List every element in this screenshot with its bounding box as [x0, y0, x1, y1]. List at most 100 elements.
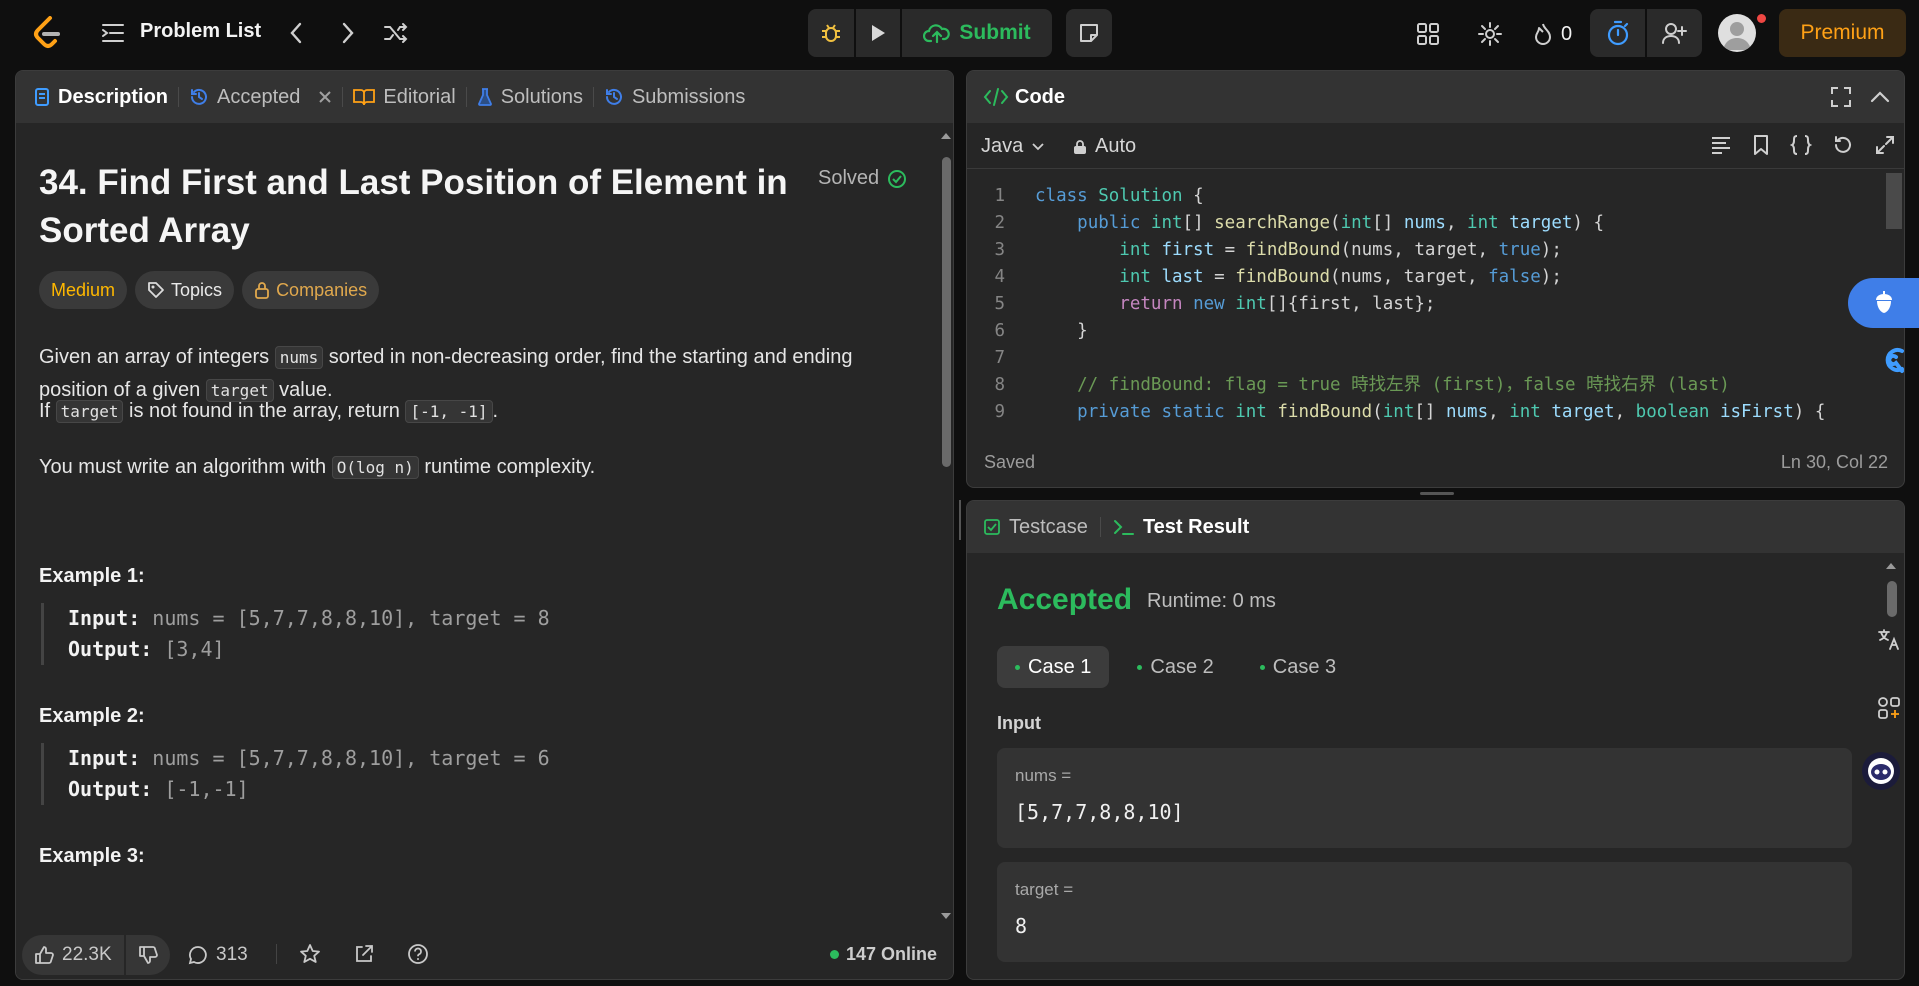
example-title: Example 1: — [39, 565, 145, 587]
comment-icon — [188, 946, 207, 965]
code-tab[interactable]: Code — [983, 86, 1065, 109]
add-friend-button[interactable] — [1645, 9, 1700, 57]
code-scroll-thumb[interactable] — [1886, 173, 1902, 229]
timer-button[interactable] — [1590, 9, 1645, 57]
debug-button[interactable] — [808, 9, 854, 57]
language-select[interactable]: Java — [981, 135, 1045, 158]
code-toolbar: Java Auto — [967, 123, 1904, 169]
external-link-icon — [356, 945, 373, 962]
layout-grid-button[interactable] — [1414, 20, 1442, 48]
case-tab-2[interactable]: Case 2 — [1119, 646, 1231, 688]
notes-button[interactable] — [1066, 9, 1112, 57]
panel-resize-handle[interactable] — [1420, 492, 1454, 495]
maximize-icon[interactable] — [1830, 86, 1852, 108]
code-tab-label: Code — [1015, 85, 1065, 108]
run-button[interactable] — [854, 9, 902, 57]
tab-solutions[interactable]: Solutions — [467, 71, 593, 123]
line-number: 8 — [994, 375, 1005, 395]
code-text: class Solution { — [1035, 186, 1204, 206]
code-line: 6 } — [967, 318, 1887, 345]
help-button[interactable] — [407, 943, 429, 965]
help-circle-icon — [408, 944, 428, 964]
format-lines-icon[interactable] — [1710, 135, 1732, 155]
auto-mode-toggle[interactable]: Auto — [1073, 135, 1136, 158]
problem-list-link[interactable]: Problem List — [140, 20, 261, 43]
close-icon[interactable] — [318, 90, 332, 104]
pass-dot — [1259, 664, 1265, 670]
scroll-thumb[interactable] — [942, 157, 951, 467]
test-result-panel: Testcase Test Result Accepted Runtime: 0… — [966, 500, 1905, 980]
dislike-button[interactable] — [126, 945, 170, 965]
tab-description[interactable]: Description — [24, 71, 178, 123]
bot-float-button[interactable] — [1862, 752, 1900, 790]
scroll-up-arrow-icon[interactable] — [939, 131, 953, 141]
output-label: Output: — [68, 637, 153, 661]
solved-label: Solved — [818, 167, 880, 189]
collapse-chevron-icon[interactable] — [1870, 90, 1890, 104]
code-line: 7 — [967, 345, 1887, 372]
expand-icon[interactable] — [1874, 134, 1896, 156]
pass-dot — [1137, 664, 1143, 670]
user-avatar[interactable] — [1718, 14, 1756, 52]
input-label: Input: — [68, 746, 141, 770]
code-text: public int[] searchRange(int[] nums, int… — [1077, 213, 1605, 233]
share-button[interactable] — [353, 943, 375, 965]
comments-button[interactable]: 313 — [188, 944, 248, 966]
code-text: int last = findBound(nums, target, false… — [1119, 267, 1562, 287]
problem-title: 34. Find First and Last Position of Elem… — [39, 159, 819, 255]
text: Given an array of integers — [39, 346, 275, 368]
companies-button[interactable]: Companies — [242, 271, 380, 309]
apps-float-button[interactable] — [1870, 689, 1908, 727]
text: . — [492, 400, 499, 422]
input-variable-name: target = — [1015, 880, 1074, 899]
translate-icon — [1878, 629, 1899, 650]
code-line: 2 public int[] searchRange(int[] nums, i… — [967, 210, 1887, 237]
settings-button[interactable] — [1475, 19, 1505, 49]
test-panel-header: Testcase Test Result — [967, 501, 1904, 553]
tab-divider — [1099, 517, 1101, 537]
code-editor[interactable]: 1 class Solution { 2 public int[] searchR… — [967, 183, 1887, 438]
code-line: 8 // findBound: flag = true 時找左界 (first)… — [967, 372, 1887, 399]
example-output: [3,4] — [152, 637, 225, 661]
leetcode-logo[interactable] — [30, 16, 64, 50]
submit-button[interactable]: Submit — [902, 9, 1052, 57]
case-tab-1[interactable]: Case 1 — [997, 646, 1110, 688]
next-problem-button[interactable] — [334, 19, 362, 47]
tab-submissions[interactable]: Submissions — [594, 71, 755, 123]
description-content[interactable]: 34. Find First and Last Position of Elem… — [16, 123, 941, 923]
tab-test-result[interactable]: Test Result — [1113, 516, 1249, 539]
thumbs-down-icon — [138, 946, 158, 964]
vertical-resize-handle[interactable] — [958, 500, 962, 540]
description-tab-bar: Description Accepted Editorial Solutions… — [16, 71, 953, 123]
topics-button[interactable]: Topics — [135, 271, 235, 309]
streak-counter[interactable]: 0 — [1533, 18, 1572, 50]
prev-problem-button[interactable] — [282, 19, 310, 47]
tab-editorial[interactable]: Editorial — [343, 71, 465, 123]
case-tab-3[interactable]: Case 3 — [1242, 646, 1354, 688]
favorite-button[interactable] — [299, 943, 321, 965]
random-problem-button[interactable] — [381, 19, 411, 47]
assistant-float-button[interactable] — [1848, 278, 1919, 328]
note-icon — [1080, 24, 1098, 42]
description-panel: Description Accepted Editorial Solutions… — [15, 70, 954, 980]
tab-accepted[interactable]: Accepted — [179, 71, 342, 123]
scroll-thumb[interactable] — [1887, 581, 1897, 617]
curly-braces-icon[interactable] — [1790, 134, 1812, 156]
like-button[interactable]: 22.3K — [22, 935, 126, 975]
translate-float-button[interactable] — [1870, 621, 1908, 659]
extension-float-button[interactable] — [1870, 337, 1919, 383]
language-label: Java — [981, 135, 1024, 157]
tab-testcase[interactable]: Testcase — [983, 516, 1088, 539]
scroll-down-arrow-icon[interactable] — [939, 911, 953, 921]
scroll-up-arrow-icon[interactable] — [1884, 561, 1898, 571]
problem-list-icon[interactable] — [100, 21, 126, 45]
online-count: 147 Online — [845, 944, 937, 964]
reset-icon[interactable] — [1832, 134, 1854, 156]
line-number: 6 — [994, 321, 1005, 341]
premium-button[interactable]: Premium — [1779, 9, 1906, 57]
submit-label: Submit — [959, 21, 1031, 44]
bookmark-icon[interactable] — [1752, 134, 1770, 156]
apps-icon — [1878, 697, 1900, 719]
description-scrollbar[interactable] — [939, 131, 953, 921]
